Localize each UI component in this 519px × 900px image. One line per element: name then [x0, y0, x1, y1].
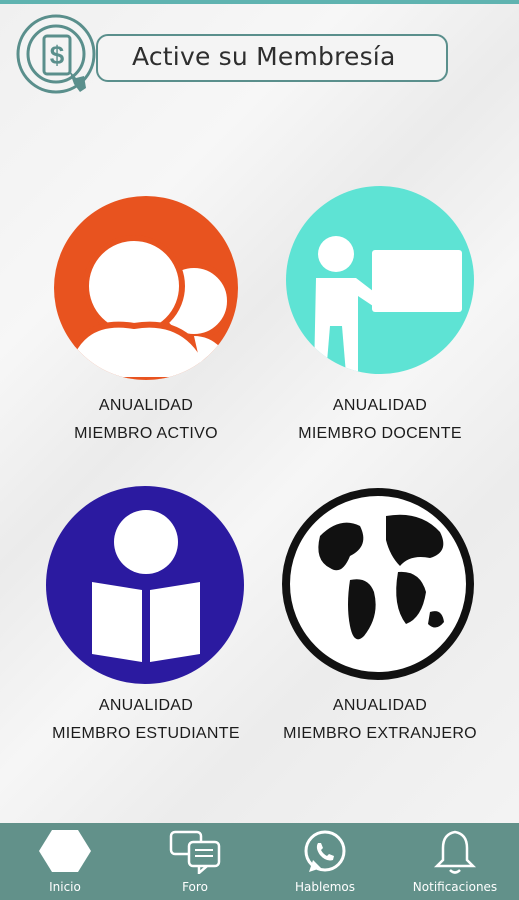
tile-line1: ANUALIDAD — [98, 397, 194, 414]
tile-line1: ANUALIDAD — [332, 697, 428, 714]
nav-label: Foro — [182, 880, 208, 894]
whatsapp-icon — [304, 830, 346, 872]
tile-line2: MIEMBRO EXTRANJERO — [283, 725, 477, 742]
nav-item-inicio[interactable]: Inicio — [20, 823, 110, 900]
page-title: Active su Membresía — [132, 42, 396, 71]
nav-item-notificaciones[interactable]: Notificaciones — [400, 823, 510, 900]
nav-item-foro[interactable]: Foro — [150, 823, 240, 900]
teacher-board-icon — [286, 186, 474, 374]
bell-icon — [433, 830, 477, 874]
bottom-navbar: Inicio Foro Hablemos Notificaciones — [0, 823, 519, 900]
dollar-card-icon: $ — [16, 14, 96, 94]
svg-text:$: $ — [50, 40, 65, 70]
globe-icon — [282, 488, 474, 680]
nav-label: Hablemos — [295, 880, 355, 894]
tile-line1: ANUALIDAD — [332, 397, 428, 414]
members-group-icon — [54, 196, 238, 380]
tile-line2: MIEMBRO ESTUDIANTE — [52, 725, 240, 742]
top-accent-line — [0, 0, 519, 4]
nav-item-hablemos[interactable]: Hablemos — [280, 823, 370, 900]
home-hexagon-icon — [39, 830, 91, 872]
forum-chat-icon — [169, 830, 221, 874]
tile-line2: MIEMBRO DOCENTE — [298, 425, 462, 442]
nav-label: Notificaciones — [412, 880, 498, 894]
student-reading-icon — [46, 486, 244, 684]
tile-line1: ANUALIDAD — [98, 697, 194, 714]
nav-label: Inicio — [49, 880, 81, 894]
tile-line2: MIEMBRO ACTIVO — [74, 425, 218, 442]
